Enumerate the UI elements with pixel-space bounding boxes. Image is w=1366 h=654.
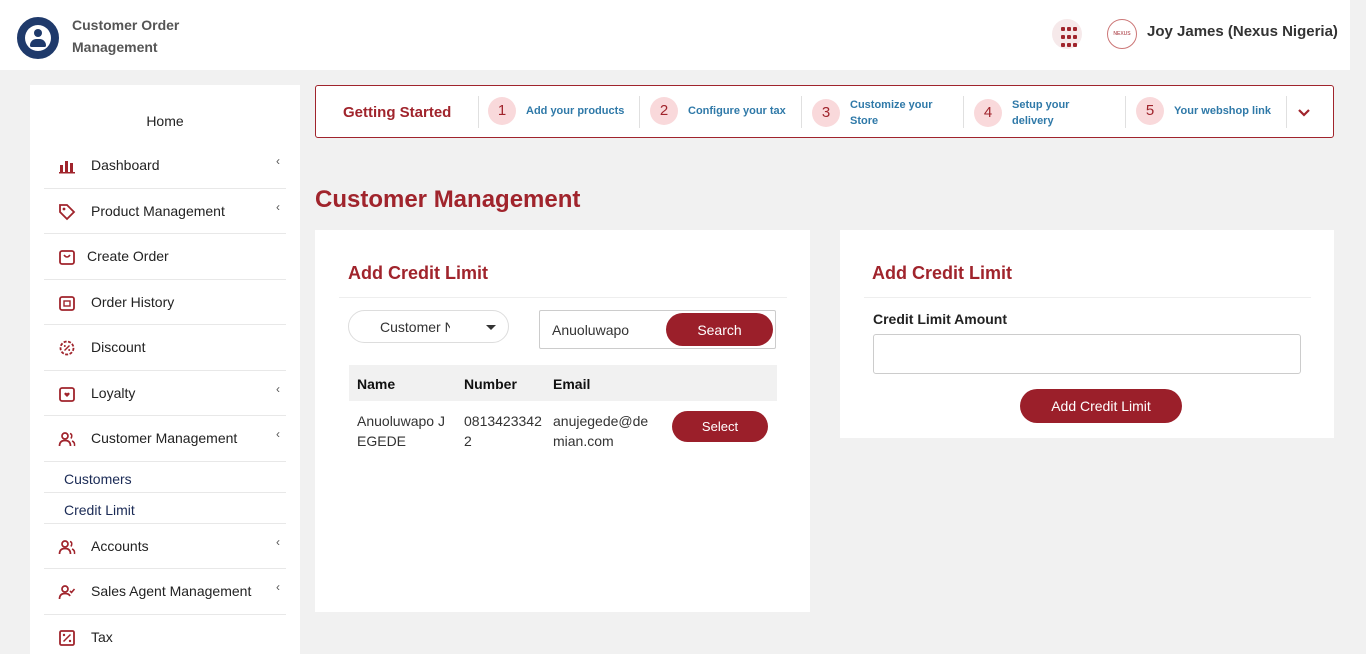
step-label: Configure your tax [688, 105, 786, 117]
step-add-products[interactable]: 1 Add your products [488, 96, 638, 128]
sidebar-subitem-label: Credit Limit [64, 501, 135, 518]
top-header: Customer Order Management NEXUS Joy Jame… [0, 0, 1350, 70]
add-credit-limit-button[interactable]: Add Credit Limit [1020, 389, 1182, 423]
step-number: 2 [650, 97, 678, 125]
divider [801, 96, 802, 128]
sidebar-item-dashboard[interactable]: Dashboard ‹ [44, 143, 286, 189]
divider [1125, 96, 1126, 128]
sidebar-item-label: Loyalty [91, 384, 136, 401]
sidebar-item-label: Accounts [91, 537, 149, 554]
sidebar-item-discount[interactable]: Discount [44, 325, 286, 371]
card-title: Add Credit Limit [348, 263, 488, 283]
step-number: 4 [974, 99, 1002, 127]
divider [1286, 96, 1287, 128]
divider [639, 96, 640, 128]
sidebar-item-label: Create Order [87, 248, 169, 264]
sidebar-subitem-label: Customers [64, 470, 132, 487]
sidebar-item-label: Dashboard [91, 157, 160, 173]
credit-limit-label: Credit Limit Amount [873, 311, 1008, 327]
cell-email: anujegede@demian.com [553, 413, 649, 449]
sidebar-item-label: Order History [91, 293, 175, 310]
sidebar-item-label: Product Management [91, 202, 225, 219]
sidebar-item-accounts[interactable]: Accounts ‹ [44, 524, 286, 569]
divider [339, 297, 787, 298]
sidebar-item-label: Customer Management [91, 430, 238, 446]
apps-grid-icon[interactable] [1052, 19, 1082, 49]
column-header-name: Name [357, 376, 396, 392]
chevron-left-icon: ‹ [276, 427, 280, 441]
divider [478, 96, 479, 128]
step-webshop-link[interactable]: 5 Your webshop link [1136, 96, 1286, 128]
step-configure-tax[interactable]: 2 Configure your tax [650, 96, 800, 128]
sidebar-item-customer-management[interactable]: Customer Management ‹ [44, 416, 286, 462]
getting-started-title: Getting Started [343, 104, 452, 121]
sidebar-item-create-order[interactable]: Create Order [44, 234, 286, 280]
cell-name: Anuoluwapo JEGEDE [357, 413, 445, 449]
step-number: 3 [812, 99, 840, 127]
step-customize-store[interactable]: 3 Customize your Store [812, 96, 962, 128]
sidebar-subitem-credit-limit[interactable]: Credit Limit [44, 493, 286, 524]
sidebar-item-label: Discount [91, 339, 146, 355]
users-icon [58, 430, 76, 448]
order-history-icon [58, 294, 76, 312]
select-customer-button[interactable]: Select [672, 411, 768, 442]
users-icon [58, 538, 76, 556]
app-logo[interactable] [17, 17, 59, 59]
avatar[interactable]: NEXUS [1107, 19, 1137, 49]
step-label: Setup your delivery [1012, 99, 1070, 127]
caret-down-icon [486, 325, 496, 330]
search-box: Search [539, 310, 776, 349]
divider [963, 96, 964, 128]
getting-started-bar: Getting Started 1 Add your products 2 Co… [315, 85, 1334, 138]
step-number: 1 [488, 97, 516, 125]
search-input[interactable] [541, 312, 661, 347]
user-check-icon [58, 583, 76, 601]
sidebar-nav: Dashboard ‹ Product Management ‹ Create … [44, 143, 286, 654]
credit-limit-card: Add Credit Limit Credit Limit Amount Add… [840, 230, 1334, 438]
card-title: Add Credit Limit [872, 263, 1012, 283]
sidebar-item-product-management[interactable]: Product Management ‹ [44, 189, 286, 234]
cell-number: 08134233422 [464, 413, 542, 449]
user-name[interactable]: Joy James (Nexus Nigeria) [1147, 23, 1338, 40]
sidebar-item-order-history[interactable]: Order History [44, 280, 286, 325]
table-header: Name Number Email [349, 365, 777, 401]
percent-icon [58, 629, 76, 647]
chevron-down-icon[interactable] [1296, 104, 1312, 120]
step-setup-delivery[interactable]: 4 Setup your delivery [974, 96, 1124, 128]
customer-search-card: Add Credit Limit Customer Name Search Na… [315, 230, 810, 612]
sidebar-item-tax[interactable]: Tax [44, 615, 286, 654]
divider [864, 297, 1311, 298]
search-type-select[interactable]: Customer Name [348, 310, 509, 343]
app-name: Customer Order Management [72, 17, 180, 55]
step-label: Your webshop link [1174, 105, 1271, 117]
sidebar-subitem-customers[interactable]: Customers [44, 462, 286, 493]
page-title: Customer Management [315, 186, 581, 213]
column-header-email: Email [553, 376, 591, 392]
sidebar: Home Dashboard ‹ Product Management ‹ Cr… [30, 85, 300, 654]
select-value: Customer Name [380, 319, 450, 335]
chevron-left-icon: ‹ [276, 580, 280, 594]
bar-chart-icon [58, 157, 76, 175]
loyalty-bag-icon [58, 385, 76, 403]
chevron-left-icon: ‹ [276, 381, 280, 396]
chevron-left-icon: ‹ [276, 154, 280, 168]
discount-badge-icon [58, 339, 76, 357]
step-label: Customize your Store [850, 99, 933, 127]
sidebar-item-label: Tax [91, 628, 113, 645]
sidebar-item-sales-agent-management[interactable]: Sales Agent Management ‹ [44, 569, 286, 615]
logo-user-icon [25, 25, 51, 51]
credit-limit-amount-input[interactable] [873, 334, 1301, 374]
chevron-left-icon: ‹ [276, 534, 280, 549]
column-header-number: Number [464, 376, 517, 392]
sidebar-item-label: Sales Agent Management [91, 583, 252, 599]
step-number: 5 [1136, 97, 1164, 125]
chevron-left-icon: ‹ [276, 199, 280, 214]
sidebar-home-link[interactable]: Home [30, 113, 300, 129]
sidebar-item-loyalty[interactable]: Loyalty ‹ [44, 371, 286, 416]
tag-icon [58, 203, 76, 221]
shopping-bag-icon [58, 248, 76, 266]
search-button[interactable]: Search [666, 313, 773, 346]
step-label: Add your products [526, 105, 625, 117]
